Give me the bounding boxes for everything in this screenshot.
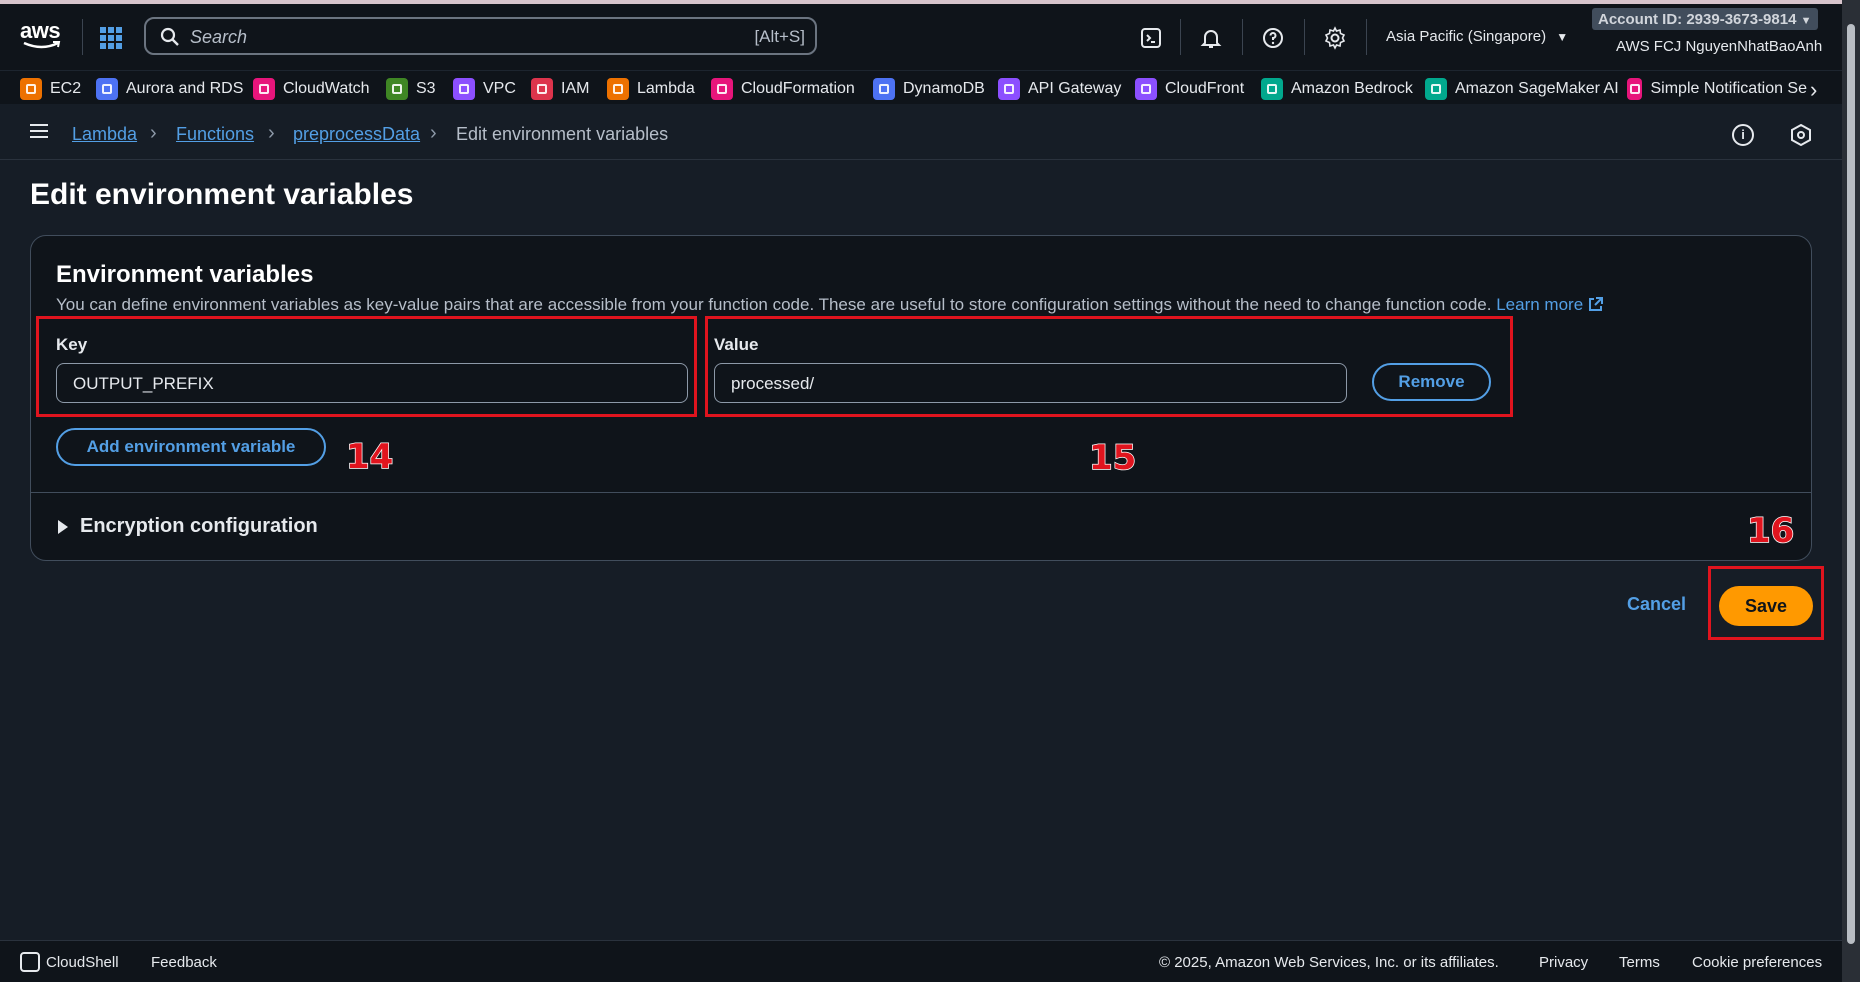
breadcrumb-link-function[interactable]: preprocessData [293,124,420,145]
nav-divider [1180,19,1181,55]
lambda-icon [607,78,629,100]
top-navigation: aws Search [Alt+S] Asia Pacific (Singapo… [0,4,1842,70]
annotation-number-16: 16 [1746,510,1795,552]
favorite-vpc[interactable]: VPC [453,77,516,101]
hexagon-settings-icon[interactable] [1790,124,1812,146]
breadcrumb-link-lambda[interactable]: Lambda [72,124,137,145]
search-icon [160,27,179,46]
favorite-lambda[interactable]: Lambda [607,77,695,101]
sns-icon [1627,78,1643,100]
nav-divider [82,19,83,55]
chevron-down-icon: ▼ [1800,15,1812,27]
learn-more-link[interactable]: Learn more [1496,295,1604,314]
dynamodb-icon [873,78,895,100]
search-placeholder: Search [190,27,248,47]
nav-divider [1304,19,1305,55]
annotation-number-15: 15 [1088,437,1137,479]
rds-icon [96,78,118,100]
external-link-icon [1589,297,1604,311]
add-environment-variable-button[interactable]: Add environment variable [56,428,326,466]
favorite-cloudfront[interactable]: CloudFront [1135,77,1244,101]
favorite-dynamodb[interactable]: DynamoDB [873,77,985,101]
annotation-box-value [705,316,1513,417]
panel-description: You can define environment variables as … [56,295,1604,315]
cancel-button[interactable]: Cancel [1627,594,1686,615]
api-gateway-icon [998,78,1020,100]
services-grid-icon[interactable] [100,27,122,49]
account-name: AWS FCJ NguyenNhatBaoAnh [1616,38,1823,55]
breadcrumb-link-functions[interactable]: Functions [176,124,254,145]
footer-feedback-link[interactable]: Feedback [151,954,217,971]
breadcrumb: Lambda › Functions › preprocessData › Ed… [0,104,1842,160]
search-shortcut: [Alt+S] [754,27,805,46]
favorite-s3[interactable]: S3 [386,77,436,101]
favorite-iam[interactable]: IAM [531,77,589,101]
scrollbar-thumb[interactable] [1847,24,1855,944]
footer-cookie-preferences-link[interactable]: Cookie preferences [1692,954,1822,971]
chevron-right-icon[interactable]: › [1810,77,1817,103]
aws-logo[interactable]: aws [20,18,64,52]
favorite-cloudformation[interactable]: CloudFormation [711,77,855,101]
notifications-bell-icon[interactable] [1199,26,1223,50]
encryption-configuration-toggle[interactable]: Encryption configuration [58,515,318,538]
breadcrumb-current: Edit environment variables [456,124,669,144]
favorite-sns[interactable]: Simple Notification Se [1627,77,1807,101]
footer-copyright: © 2025, Amazon Web Services, Inc. or its… [1159,954,1499,971]
favorites-bar: EC2 Aurora and RDS CloudWatch S3 VPC IAM… [0,70,1842,104]
account-id-badge[interactable]: Account ID: 2939-3673-9814 ▼ [1592,8,1818,30]
search-input[interactable]: Search [Alt+S] [144,17,817,55]
annotation-box-key [36,316,697,417]
ec2-icon [20,78,42,100]
panel-title: Environment variables [56,261,314,288]
favorite-ec2[interactable]: EC2 [20,77,81,101]
save-button[interactable]: Save [1719,586,1813,626]
nav-divider [1242,19,1243,55]
favorite-aurora-rds[interactable]: Aurora and RDS [96,77,243,101]
nav-divider [1366,19,1367,55]
cloudwatch-icon [253,78,275,100]
region-selector[interactable]: Asia Pacific (Singapore) ▼ [1386,28,1568,45]
caret-right-icon [58,519,68,534]
footer: CloudShell Feedback © 2025, Amazon Web S… [0,940,1842,982]
favorite-api-gateway[interactable]: API Gateway [998,77,1121,101]
info-icon[interactable]: i [1732,124,1754,146]
settings-gear-icon[interactable] [1323,26,1347,50]
s3-icon [386,78,408,100]
iam-icon [531,78,553,100]
cloudformation-icon [711,78,733,100]
annotation-number-14: 14 [345,436,394,478]
scrollbar-track[interactable] [1842,0,1860,982]
chevron-right-icon: › [430,122,437,144]
favorite-sagemaker[interactable]: Amazon SageMaker AI [1425,77,1619,101]
menu-hamburger-icon[interactable] [30,124,48,138]
favorite-bedrock[interactable]: Amazon Bedrock [1261,77,1413,101]
footer-privacy-link[interactable]: Privacy [1539,954,1588,971]
footer-terms-link[interactable]: Terms [1619,954,1660,971]
chevron-right-icon: › [268,122,275,144]
sagemaker-icon [1425,78,1447,100]
bedrock-icon [1261,78,1283,100]
vpc-icon [453,78,475,100]
cloudshell-icon [20,952,40,972]
cloudshell-icon[interactable] [1139,26,1163,50]
chevron-right-icon: › [150,122,157,144]
page-title: Edit environment variables [30,178,414,211]
footer-cloudshell-link[interactable]: CloudShell [46,954,119,971]
panel-divider [31,492,1811,493]
favorite-cloudwatch[interactable]: CloudWatch [253,77,370,101]
help-icon[interactable] [1261,26,1285,50]
chevron-down-icon: ▼ [1556,30,1569,44]
cloudfront-icon [1135,78,1157,100]
